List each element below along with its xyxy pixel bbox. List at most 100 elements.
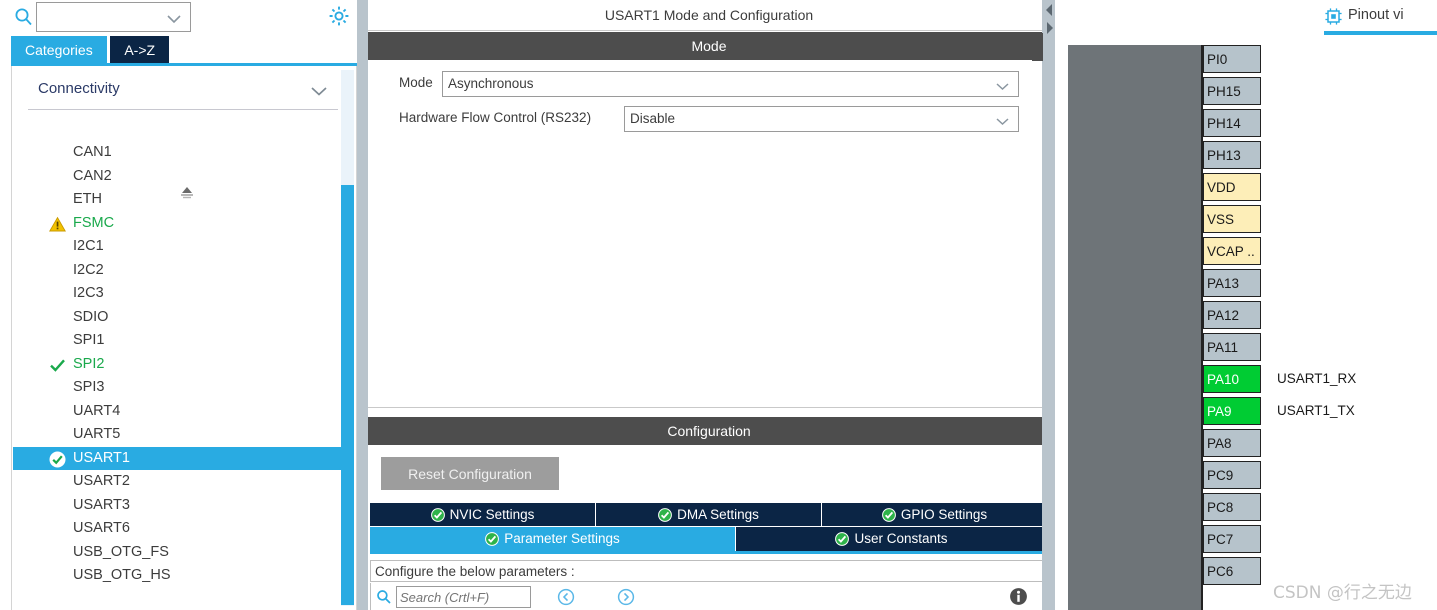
peripheral-sidebar: Categories A->Z Connectivity CAN1 CAN2 E… <box>0 0 357 610</box>
chevron-down-icon <box>166 12 182 27</box>
sidebar-scrollbar-thumb[interactable] <box>341 185 354 605</box>
tab-pinout-view[interactable]: Pinout vi <box>1320 0 1437 34</box>
hardware-flow-control-dropdown[interactable]: Disable <box>624 106 1019 132</box>
peripheral-item-fsmc[interactable]: FSMC <box>13 212 345 236</box>
field-hardware-flow-control-label: Hardware Flow Control (RS232) <box>399 110 592 125</box>
info-icon[interactable] <box>1009 587 1028 609</box>
peripheral-item-i2c1[interactable]: I2C1 <box>13 235 345 259</box>
peripheral-search-input[interactable] <box>41 6 171 28</box>
peripheral-item-label: UART5 <box>73 426 121 442</box>
check-circle-icon <box>49 451 66 468</box>
check-circle-icon <box>881 506 896 529</box>
tab-label: Parameter Settings <box>504 531 620 546</box>
peripheral-item-label: UART4 <box>73 402 121 419</box>
peripheral-item-label: USB_OTG_HS <box>73 567 171 583</box>
tab-nvic-settings[interactable]: NVIC Settings <box>370 503 596 526</box>
peripheral-item-spi3[interactable]: SPI3 <box>13 376 345 400</box>
circle-left-arrow-icon[interactable] <box>557 588 575 606</box>
pin-pc8[interactable]: PC8 <box>1203 493 1261 521</box>
chip-package-body <box>1068 45 1203 610</box>
group-header-connectivity[interactable]: Connectivity <box>28 78 338 110</box>
pin-pa10[interactable]: PA10 <box>1203 365 1261 393</box>
field-mode: Mode Asynchronous <box>399 71 1019 97</box>
tab-label: DMA Settings <box>677 507 759 522</box>
collapse-left-arrow-icon[interactable] <box>1044 2 1055 21</box>
hardware-flow-control-value: Disable <box>630 111 676 126</box>
mode-dropdown[interactable]: Asynchronous <box>442 71 1019 97</box>
peripheral-item-usart2[interactable]: USART2 <box>13 470 345 494</box>
pin-vcap[interactable]: VCAP .. <box>1203 237 1261 265</box>
tab-gpio-settings[interactable]: GPIO Settings <box>822 503 1048 526</box>
peripheral-item-can2[interactable]: CAN2 <box>13 165 345 189</box>
pin-ph14[interactable]: PH14 <box>1203 109 1261 137</box>
peripheral-item-i2c2[interactable]: I2C2 <box>13 259 345 283</box>
center-right-splitter[interactable] <box>1042 0 1055 610</box>
settings-gear-button[interactable] <box>327 4 351 28</box>
peripheral-item-label: SDIO <box>73 308 109 325</box>
peripheral-item-usb_otg_hs[interactable]: USB_OTG_HS <box>13 564 345 588</box>
peripheral-item-uart4[interactable]: UART4 <box>13 400 345 424</box>
pin-pa9[interactable]: PA9 <box>1203 397 1261 425</box>
tab-pinout-view-label: Pinout vi <box>1348 7 1404 23</box>
field-mode-label: Mode <box>399 75 433 90</box>
panel-title: USART1 Mode and Configuration <box>368 0 1050 31</box>
check-circle-icon <box>485 530 500 553</box>
search-icon <box>14 7 34 30</box>
pin-pa12[interactable]: PA12 <box>1203 301 1261 329</box>
peripheral-item-sdio[interactable]: SDIO <box>13 306 345 330</box>
parameter-search-input[interactable] <box>396 586 531 608</box>
pin-ph13[interactable]: PH13 <box>1203 141 1261 169</box>
peripheral-item-i2c3[interactable]: I2C3 <box>13 282 345 306</box>
field-hardware-flow-control: Hardware Flow Control (RS232) Disable <box>399 106 1019 132</box>
peripheral-item-label: SPI3 <box>73 379 105 395</box>
pin-pc7[interactable]: PC7 <box>1203 525 1261 553</box>
configure-parameters-note: Configure the below parameters : <box>370 560 1048 582</box>
peripheral-item-eth[interactable]: ETH <box>13 188 345 212</box>
pin-pa8[interactable]: PA8 <box>1203 429 1261 457</box>
tab-parameter-settings[interactable]: Parameter Settings <box>370 527 736 551</box>
peripheral-item-label: USART2 <box>73 473 130 489</box>
group-header-label: Connectivity <box>38 80 120 97</box>
tab-label: NVIC Settings <box>449 507 535 522</box>
tab-categories[interactable]: Categories <box>11 36 107 64</box>
tab-user-constants[interactable]: User Constants <box>736 527 1048 551</box>
peripheral-list: CAN1 CAN2 ETH FSMC I2C1 I2C2 I2C3 SDIO SPI1 SPI2 S… <box>13 141 345 608</box>
pin-vdd[interactable]: VDD <box>1203 173 1261 201</box>
peripheral-item-label: SPI1 <box>73 332 105 348</box>
chevron-down-icon <box>995 79 1010 94</box>
peripheral-item-can1[interactable]: CAN1 <box>13 141 345 165</box>
pin-pc9[interactable]: PC9 <box>1203 461 1261 489</box>
check-circle-icon <box>430 506 445 529</box>
peripheral-item-label: USART6 <box>73 520 130 536</box>
peripheral-item-usart1[interactable]: USART1 <box>13 446 345 470</box>
peripheral-item-usb_otg_fs[interactable]: USB_OTG_FS <box>13 541 345 565</box>
pinout-pane: Pinout vi PI0 PH15 PH14 PH13 VDD VSS VCAP .. PA… <box>1055 0 1437 610</box>
peripheral-item-label: USART3 <box>73 496 130 513</box>
parameter-search-row <box>370 583 1048 610</box>
pin-vss[interactable]: VSS <box>1203 205 1261 233</box>
pin-pa11[interactable]: PA11 <box>1203 333 1261 361</box>
sidebar-center-divider <box>357 0 368 610</box>
circle-right-arrow-icon[interactable] <box>617 588 635 606</box>
configuration-section-header: Configuration <box>368 417 1050 445</box>
peripheral-item-usart3[interactable]: USART3 <box>13 494 345 518</box>
collapse-right-arrow-icon[interactable] <box>1044 20 1055 39</box>
mode-section-header: Mode <box>368 32 1050 60</box>
peripheral-search-combobox[interactable] <box>36 2 191 32</box>
peripheral-item-uart5[interactable]: UART5 <box>13 423 345 447</box>
chevron-down-icon <box>310 85 328 100</box>
tab-dma-settings[interactable]: DMA Settings <box>596 503 822 526</box>
mode-section-body: Mode Asynchronous Hardware Flow Control … <box>368 60 1050 408</box>
peripheral-item-label: CAN1 <box>73 144 112 160</box>
peripheral-item-usart6[interactable]: USART6 <box>13 517 345 541</box>
reset-configuration-button[interactable]: Reset Configuration <box>381 457 559 490</box>
peripheral-item-spi2[interactable]: SPI2 <box>13 353 345 377</box>
pin-ph15[interactable]: PH15 <box>1203 77 1261 105</box>
pin-signal-label: USART1_TX <box>1277 403 1355 418</box>
pin-pa13[interactable]: PA13 <box>1203 269 1261 297</box>
pin-pc6[interactable]: PC6 <box>1203 557 1261 585</box>
pin-pi0[interactable]: PI0 <box>1203 45 1261 73</box>
sidebar-tabs: Categories A->Z <box>11 36 170 64</box>
peripheral-item-spi1[interactable]: SPI1 <box>13 329 345 353</box>
tab-a-to-z[interactable]: A->Z <box>110 36 170 64</box>
